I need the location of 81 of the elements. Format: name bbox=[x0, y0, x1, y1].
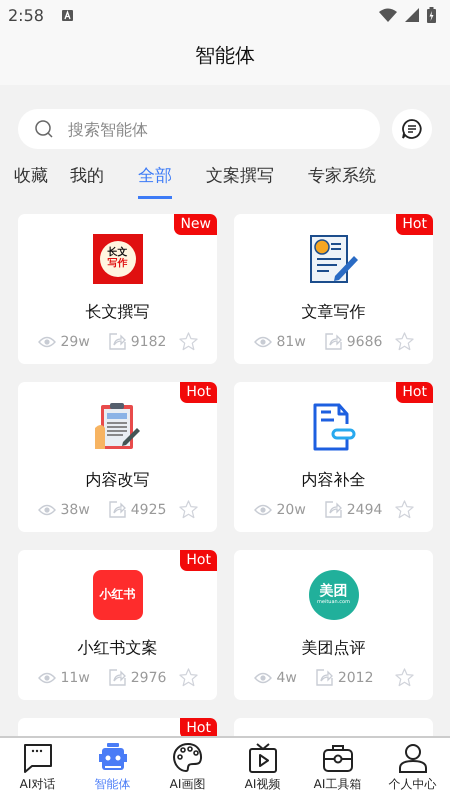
share-count: 4925 bbox=[130, 502, 166, 518]
eye-icon bbox=[254, 504, 272, 516]
document-pencil-icon bbox=[308, 234, 358, 284]
chat-icon bbox=[22, 742, 54, 774]
agent-card[interactable] bbox=[234, 718, 433, 737]
share-icon bbox=[324, 333, 342, 350]
eye-icon bbox=[254, 672, 272, 684]
wifi-icon bbox=[379, 8, 397, 22]
star-icon[interactable] bbox=[394, 500, 414, 519]
star-icon[interactable] bbox=[394, 332, 414, 351]
signal-icon bbox=[405, 8, 419, 22]
toolbox-icon bbox=[322, 742, 354, 774]
message-icon bbox=[401, 118, 423, 140]
category-tab[interactable]: 专家系统 bbox=[308, 161, 376, 199]
eye-icon bbox=[38, 336, 56, 348]
view-count: 81w bbox=[276, 334, 306, 350]
share-icon bbox=[108, 669, 126, 686]
category-tab[interactable]: 我的 bbox=[70, 161, 104, 199]
logo-text: 长文 bbox=[108, 248, 128, 258]
logo-text: 小红书 bbox=[100, 586, 136, 603]
card-badge: New bbox=[174, 214, 217, 235]
view-count: 38w bbox=[60, 502, 90, 518]
notification-icon bbox=[62, 10, 73, 20]
share-count: 9182 bbox=[130, 334, 166, 350]
view-count: 20w bbox=[276, 502, 306, 518]
share-count: 9686 bbox=[346, 334, 382, 350]
star-icon[interactable] bbox=[178, 500, 198, 519]
person-icon bbox=[396, 742, 428, 774]
nav-item[interactable]: AI画图 bbox=[150, 738, 225, 800]
card-badge: Hot bbox=[180, 382, 217, 403]
card-title: 长文撰写 bbox=[86, 302, 150, 323]
view-count: 29w bbox=[60, 334, 90, 350]
star-icon[interactable] bbox=[394, 668, 414, 687]
battery-icon bbox=[427, 7, 436, 23]
page-title: 智能体 bbox=[195, 42, 255, 69]
share-count: 2494 bbox=[346, 502, 382, 518]
message-button[interactable] bbox=[392, 109, 432, 149]
card-title: 美团点评 bbox=[302, 638, 366, 659]
nav-item[interactable]: 个人中心 bbox=[375, 738, 450, 800]
agent-card[interactable]: Hot bbox=[18, 718, 217, 737]
share-icon bbox=[316, 669, 333, 686]
tv-play-icon bbox=[246, 742, 278, 774]
card-title: 文章写作 bbox=[302, 302, 366, 323]
search-icon bbox=[34, 119, 54, 139]
status-time: 2:58 bbox=[8, 6, 44, 24]
agent-card[interactable]: New 长文 写作 长文撰写 29w 9182 bbox=[18, 214, 217, 364]
eye-icon bbox=[38, 672, 56, 684]
card-title: 内容改写 bbox=[86, 470, 150, 491]
nav-item[interactable]: AI视频 bbox=[225, 738, 300, 800]
logo-text: 美团 bbox=[320, 584, 348, 599]
card-badge: Hot bbox=[180, 550, 217, 571]
category-tab[interactable]: 全部 bbox=[138, 161, 172, 199]
nav-item[interactable]: AI工具箱 bbox=[300, 738, 375, 800]
eye-icon bbox=[38, 504, 56, 516]
card-badge: Hot bbox=[396, 214, 433, 235]
nav-item[interactable]: 智能体 bbox=[75, 738, 150, 800]
palette-icon bbox=[172, 742, 204, 774]
agent-card[interactable]: Hot 内容改写 38w 4925 bbox=[18, 382, 217, 532]
star-icon[interactable] bbox=[178, 332, 198, 351]
share-count: 2012 bbox=[338, 670, 374, 686]
card-title: 小红书文案 bbox=[78, 638, 158, 659]
agent-card[interactable]: Hot 内容补全 20w 2494 bbox=[234, 382, 433, 532]
share-icon bbox=[108, 333, 126, 350]
card-title: 内容补全 bbox=[302, 470, 366, 491]
agent-card[interactable]: Hot 文章写作 81w 9686 bbox=[234, 214, 433, 364]
logo-text: 写作 bbox=[108, 258, 128, 269]
view-count: 11w bbox=[60, 670, 90, 686]
nav-item[interactable]: AI对话 bbox=[0, 738, 75, 800]
share-icon bbox=[108, 501, 126, 518]
category-tab[interactable]: 文案撰写 bbox=[206, 161, 274, 199]
category-tab[interactable]: 收藏 bbox=[14, 161, 48, 199]
agent-card[interactable]: Hot 小红书 小红书文案 11w 2976 bbox=[18, 550, 217, 700]
clipboard-icon bbox=[92, 402, 142, 452]
eye-icon bbox=[254, 336, 272, 348]
share-count: 2976 bbox=[130, 670, 166, 686]
share-icon bbox=[324, 501, 342, 518]
star-icon[interactable] bbox=[178, 668, 198, 687]
card-badge: Hot bbox=[396, 382, 433, 403]
card-badge: Hot bbox=[180, 718, 217, 737]
view-count: 4w bbox=[276, 670, 297, 686]
search-field[interactable]: 搜索智能体 bbox=[18, 109, 380, 149]
